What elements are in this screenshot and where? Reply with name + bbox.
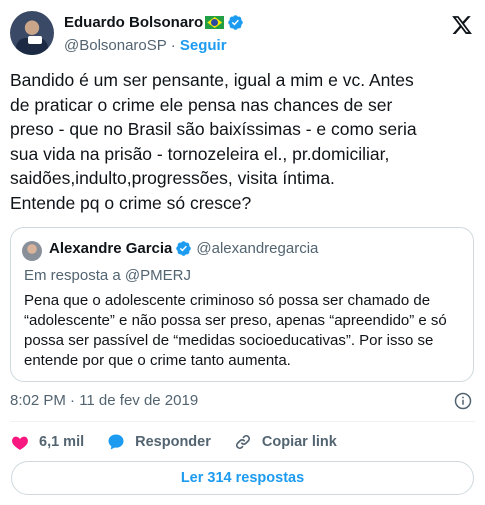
- tweet-header: Eduardo Bolsonaro @BolsonaroSP · Seguir: [10, 10, 475, 60]
- quoted-tweet[interactable]: Alexandre Garcia @alexandregarcia Em res…: [10, 227, 474, 382]
- like-button[interactable]: 6,1 mil: [10, 432, 84, 452]
- tweet-text: Bandido é um ser pensante, igual a mim e…: [10, 70, 417, 213]
- read-replies-button[interactable]: Ler 314 respostas: [11, 461, 474, 495]
- x-logo-icon[interactable]: [451, 14, 473, 36]
- reply-button[interactable]: Responder: [106, 432, 211, 452]
- quoted-author-name: Alexandre Garcia: [49, 240, 173, 257]
- like-count: 6,1 mil: [39, 434, 85, 450]
- action-bar: 6,1 mil Responder Copiar link: [10, 429, 359, 455]
- link-icon: [235, 435, 250, 449]
- info-icon[interactable]: [453, 391, 473, 411]
- author-handle-row: @BolsonaroSP · Seguir: [64, 37, 227, 54]
- separator-dot: ·: [170, 37, 176, 54]
- verified-badge-icon: [176, 241, 192, 256]
- heart-icon: [12, 436, 28, 450]
- author-name-row: Eduardo Bolsonaro: [64, 14, 244, 31]
- quoted-author-handle: @alexandregarcia: [196, 240, 319, 257]
- quoted-author-row: Alexandre Garcia @alexandregarcia: [49, 240, 318, 257]
- copy-link-button[interactable]: Copiar link: [233, 432, 337, 452]
- tweet-timestamp[interactable]: 8:02 PM · 11 de fev de 2019: [10, 392, 198, 409]
- author-avatar[interactable]: [10, 11, 54, 55]
- brazil-flag-icon: [205, 16, 225, 29]
- quoted-text: Pena que o adolescente criminoso só poss…: [24, 292, 447, 369]
- copy-link-label: Copiar link: [261, 434, 337, 450]
- author-name[interactable]: Eduardo Bolsonaro: [64, 14, 203, 31]
- reply-bubble-icon: [108, 434, 124, 450]
- divider: [10, 421, 475, 422]
- verified-badge-icon: [228, 15, 243, 30]
- author-handle[interactable]: @BolsonaroSP: [64, 37, 167, 54]
- follow-button[interactable]: Seguir: [180, 37, 227, 54]
- quoted-author-avatar: [22, 241, 42, 261]
- reply-label: Responder: [135, 434, 211, 450]
- quoted-reply-context: Em resposta a @PMERJ: [24, 267, 191, 284]
